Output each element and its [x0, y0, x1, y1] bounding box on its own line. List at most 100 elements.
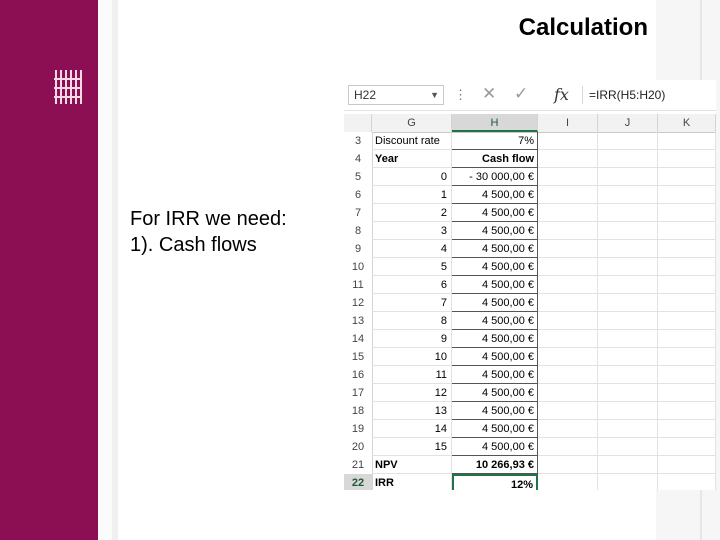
- cell-h[interactable]: - 30 000,00 €: [452, 168, 538, 186]
- cell-h[interactable]: 12%: [452, 474, 538, 490]
- cell-i[interactable]: [538, 204, 598, 222]
- cell-h[interactable]: 4 500,00 €: [452, 402, 538, 420]
- cell-j[interactable]: [598, 150, 658, 168]
- cell-i[interactable]: [538, 186, 598, 204]
- cell-k[interactable]: [658, 456, 716, 474]
- cell-h[interactable]: 4 500,00 €: [452, 258, 538, 276]
- cell-i[interactable]: [538, 384, 598, 402]
- cell-g[interactable]: IRR: [372, 474, 452, 490]
- cell-i[interactable]: [538, 456, 598, 474]
- row-header[interactable]: 18: [344, 402, 373, 420]
- column-header-g[interactable]: G: [372, 114, 452, 132]
- cell-j[interactable]: [598, 402, 658, 420]
- cell-h[interactable]: 4 500,00 €: [452, 276, 538, 294]
- cell-g[interactable]: 5: [372, 258, 452, 276]
- cell-j[interactable]: [598, 330, 658, 348]
- cell-h[interactable]: 4 500,00 €: [452, 204, 538, 222]
- row-header[interactable]: 12: [344, 294, 373, 312]
- cell-k[interactable]: [658, 276, 716, 294]
- cell-g[interactable]: 2: [372, 204, 452, 222]
- cell-j[interactable]: [598, 240, 658, 258]
- row-header[interactable]: 19: [344, 420, 373, 438]
- cell-k[interactable]: [658, 132, 716, 150]
- row-header[interactable]: 22: [344, 474, 373, 490]
- cell-k[interactable]: [658, 420, 716, 438]
- cell-j[interactable]: [598, 168, 658, 186]
- row-header[interactable]: 3: [344, 132, 373, 150]
- cell-j[interactable]: [598, 420, 658, 438]
- formula-input[interactable]: =IRR(H5:H20): [582, 86, 714, 104]
- more-options-icon[interactable]: ⋮: [454, 87, 467, 103]
- name-box[interactable]: H22 ▼: [348, 85, 444, 105]
- cell-i[interactable]: [538, 420, 598, 438]
- column-header-h[interactable]: H: [452, 114, 538, 132]
- cell-j[interactable]: [598, 456, 658, 474]
- cell-h[interactable]: 4 500,00 €: [452, 348, 538, 366]
- cell-j[interactable]: [598, 132, 658, 150]
- cell-i[interactable]: [538, 366, 598, 384]
- row-header[interactable]: 5: [344, 168, 373, 186]
- cell-k[interactable]: [658, 330, 716, 348]
- cell-g[interactable]: 6: [372, 276, 452, 294]
- row-header[interactable]: 9: [344, 240, 373, 258]
- cell-g[interactable]: 3: [372, 222, 452, 240]
- row-header[interactable]: 16: [344, 366, 373, 384]
- cell-h[interactable]: 7%: [452, 132, 538, 150]
- cell-i[interactable]: [538, 294, 598, 312]
- column-header-i[interactable]: I: [538, 114, 598, 132]
- row-header[interactable]: 14: [344, 330, 373, 348]
- cell-j[interactable]: [598, 204, 658, 222]
- cell-g[interactable]: 10: [372, 348, 452, 366]
- cell-j[interactable]: [598, 366, 658, 384]
- cell-j[interactable]: [598, 276, 658, 294]
- column-header-j[interactable]: J: [598, 114, 658, 132]
- row-header[interactable]: 8: [344, 222, 373, 240]
- cell-g[interactable]: 1: [372, 186, 452, 204]
- cell-g[interactable]: 8: [372, 312, 452, 330]
- cancel-x-icon[interactable]: ✕: [482, 84, 496, 104]
- cell-i[interactable]: [538, 168, 598, 186]
- cell-i[interactable]: [538, 312, 598, 330]
- cell-k[interactable]: [658, 402, 716, 420]
- cell-h[interactable]: Cash flow: [452, 150, 538, 168]
- cell-h[interactable]: 4 500,00 €: [452, 294, 538, 312]
- fx-icon[interactable]: fx: [554, 85, 569, 104]
- cell-j[interactable]: [598, 222, 658, 240]
- row-header[interactable]: 15: [344, 348, 373, 366]
- cell-i[interactable]: [538, 222, 598, 240]
- cell-h[interactable]: 4 500,00 €: [452, 222, 538, 240]
- row-header[interactable]: 7: [344, 204, 373, 222]
- cell-i[interactable]: [538, 402, 598, 420]
- row-header[interactable]: 10: [344, 258, 373, 276]
- column-header-k[interactable]: K: [658, 114, 716, 132]
- cell-j[interactable]: [598, 438, 658, 456]
- cell-i[interactable]: [538, 258, 598, 276]
- cell-j[interactable]: [598, 186, 658, 204]
- cell-i[interactable]: [538, 132, 598, 150]
- cell-i[interactable]: [538, 330, 598, 348]
- cell-i[interactable]: [538, 474, 598, 490]
- row-header[interactable]: 13: [344, 312, 373, 330]
- cell-k[interactable]: [658, 204, 716, 222]
- cell-k[interactable]: [658, 258, 716, 276]
- cell-g[interactable]: 13: [372, 402, 452, 420]
- cell-j[interactable]: [598, 258, 658, 276]
- cell-k[interactable]: [658, 438, 716, 456]
- cell-h[interactable]: 4 500,00 €: [452, 384, 538, 402]
- row-header[interactable]: 6: [344, 186, 373, 204]
- cell-k[interactable]: [658, 312, 716, 330]
- cell-h[interactable]: 4 500,00 €: [452, 366, 538, 384]
- cell-g[interactable]: 9: [372, 330, 452, 348]
- cell-g[interactable]: 14: [372, 420, 452, 438]
- cell-g[interactable]: 7: [372, 294, 452, 312]
- cell-k[interactable]: [658, 474, 716, 490]
- row-header[interactable]: 21: [344, 456, 373, 474]
- row-header[interactable]: 17: [344, 384, 373, 402]
- row-header[interactable]: 20: [344, 438, 373, 456]
- cell-h[interactable]: 4 500,00 €: [452, 312, 538, 330]
- cell-k[interactable]: [658, 186, 716, 204]
- cell-g[interactable]: 15: [372, 438, 452, 456]
- check-icon[interactable]: ✓: [514, 84, 528, 104]
- cell-h[interactable]: 4 500,00 €: [452, 420, 538, 438]
- cell-g[interactable]: 11: [372, 366, 452, 384]
